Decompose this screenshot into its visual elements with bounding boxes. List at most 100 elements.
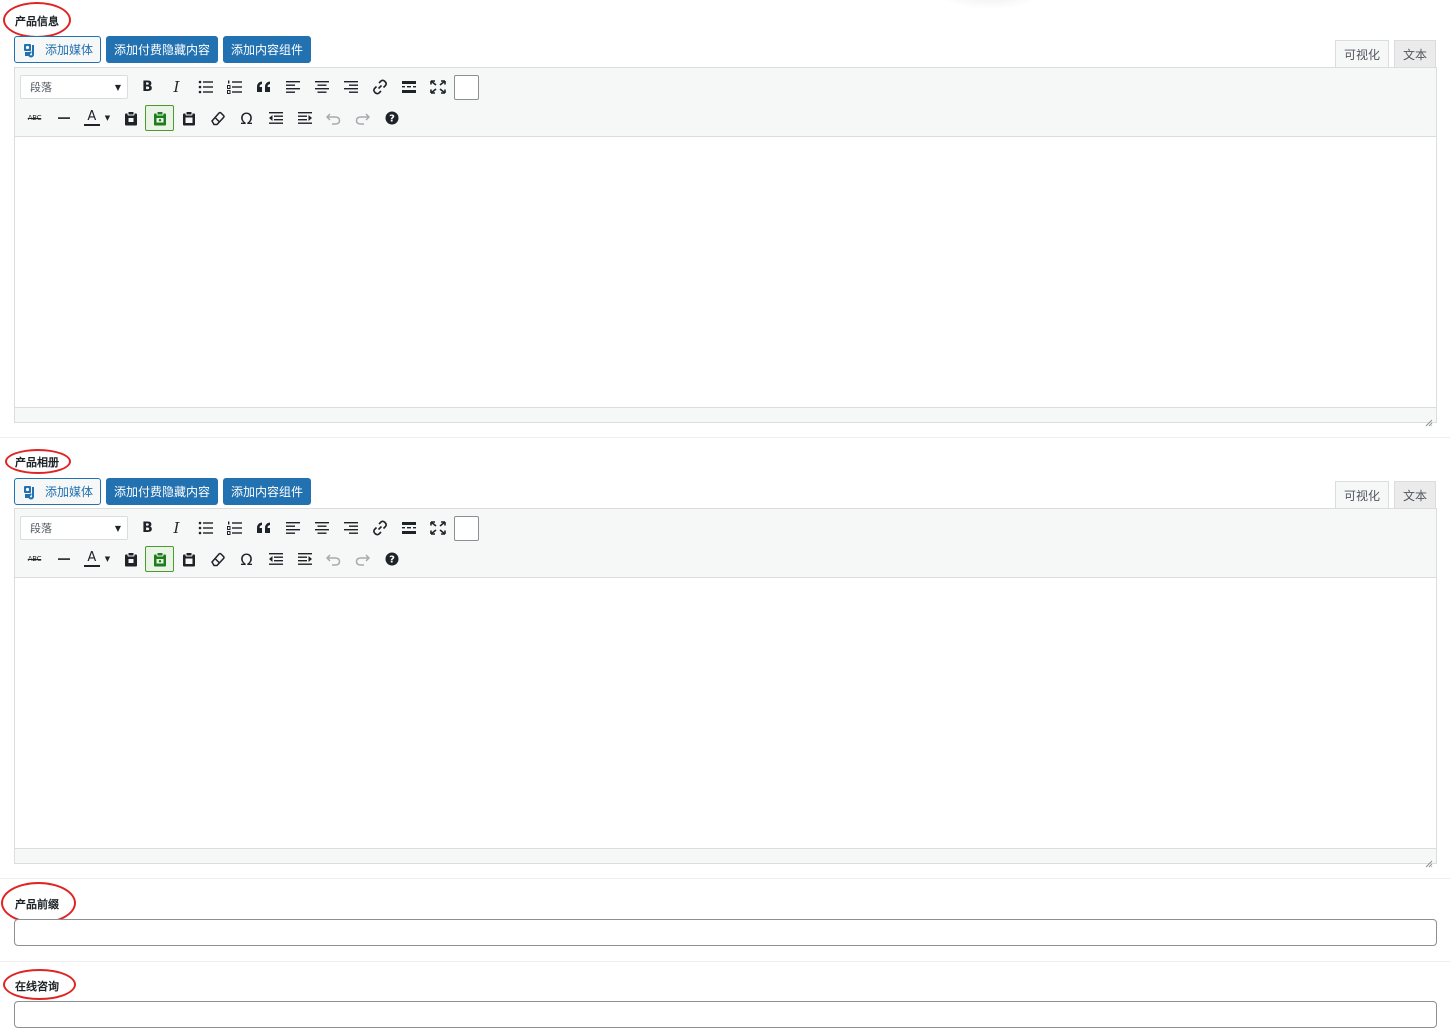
align-left-icon[interactable]: [278, 74, 307, 100]
bold-icon[interactable]: B: [133, 74, 162, 100]
resize-handle-icon[interactable]: [1425, 412, 1433, 427]
horizontal-line-icon[interactable]: [49, 546, 78, 572]
paste-icon[interactable]: [116, 546, 145, 572]
italic-icon[interactable]: I: [162, 515, 191, 541]
help-icon[interactable]: ?: [377, 546, 406, 572]
chevron-down-icon: ▼: [104, 555, 111, 563]
format-select[interactable]: 段落 ▼: [20, 516, 128, 540]
horizontal-line-icon[interactable]: [49, 105, 78, 131]
format-select-value: 段落: [30, 81, 52, 94]
link-icon[interactable]: [365, 515, 394, 541]
toolbar-row-1: 段落 ▼ B I: [20, 72, 1431, 102]
chevron-down-icon: ▼: [114, 523, 121, 533]
add-content-widget-button[interactable]: 添加内容组件: [223, 36, 312, 63]
resize-handle-icon[interactable]: [1425, 853, 1433, 868]
chevron-down-icon: ▼: [104, 114, 111, 122]
fullscreen-icon[interactable]: [423, 74, 452, 100]
annotation-circle: [3, 969, 76, 1000]
fullscreen-icon[interactable]: [423, 515, 452, 541]
media-buttons: 添加媒体 添加付费隐藏内容 添加内容组件: [14, 36, 312, 63]
annotation-circle: [1, 882, 76, 924]
help-icon[interactable]: ?: [377, 105, 406, 131]
align-center-icon[interactable]: [307, 515, 336, 541]
undo-icon[interactable]: [319, 546, 348, 572]
chevron-down-icon: ▼: [114, 82, 121, 92]
strikethrough-icon[interactable]: ABC: [20, 546, 49, 572]
add-paid-hidden-content-button[interactable]: 添加付费隐藏内容: [106, 36, 219, 63]
special-char-icon[interactable]: Ω: [232, 546, 261, 572]
editor-toolbar: 段落 ▼ B I ABC A ▼ Ω ?: [15, 68, 1436, 137]
clear-format-icon[interactable]: [203, 105, 232, 131]
tab-visual[interactable]: 可视化: [1334, 481, 1389, 509]
paste-text-icon[interactable]: [174, 546, 203, 572]
paste-widget-icon[interactable]: [145, 105, 174, 131]
svg-text:?: ?: [389, 114, 395, 125]
add-media-button[interactable]: 添加媒体: [14, 478, 102, 505]
annotation-circle: [5, 449, 71, 474]
strikethrough-icon[interactable]: ABC: [20, 105, 49, 131]
editor-content-area[interactable]: [15, 578, 1436, 848]
editor-status-bar: [15, 407, 1436, 427]
editor-content-area[interactable]: [15, 137, 1436, 407]
toolbar-row-1: 段落 ▼ B I: [20, 513, 1431, 543]
section-divider: [0, 878, 1450, 879]
annotation-circle: [3, 2, 71, 38]
bold-icon[interactable]: B: [133, 515, 162, 541]
add-media-label: 添加媒体: [45, 485, 94, 499]
online-consult-input[interactable]: [14, 1001, 1437, 1028]
rich-text-editor: 段落 ▼ B I ABC A ▼ Ω ?: [14, 67, 1437, 427]
tab-text[interactable]: 文本: [1393, 481, 1436, 508]
text-color-icon[interactable]: A ▼: [78, 546, 116, 572]
media-buttons: 添加媒体 添加付费隐藏内容 添加内容组件: [14, 478, 312, 505]
tab-visual[interactable]: 可视化: [1334, 40, 1389, 68]
format-select[interactable]: 段落 ▼: [20, 75, 128, 99]
paste-icon[interactable]: [116, 105, 145, 131]
blockquote-icon[interactable]: [249, 74, 278, 100]
clear-format-icon[interactable]: [203, 546, 232, 572]
section-divider: [0, 437, 1450, 438]
align-left-icon[interactable]: [278, 515, 307, 541]
toolbar-toggle-icon[interactable]: [454, 515, 479, 541]
redo-icon[interactable]: [348, 105, 377, 131]
blockquote-icon[interactable]: [249, 515, 278, 541]
align-right-icon[interactable]: [336, 515, 365, 541]
add-paid-hidden-content-button[interactable]: 添加付费隐藏内容: [106, 478, 219, 505]
add-media-label: 添加媒体: [45, 43, 94, 57]
italic-icon[interactable]: I: [162, 74, 191, 100]
media-icon: [23, 42, 39, 58]
link-icon[interactable]: [365, 74, 394, 100]
toolbar-toggle-icon[interactable]: [454, 74, 479, 100]
toolbar-row-2: ABC A ▼ Ω ?: [20, 544, 1431, 574]
tab-text[interactable]: 文本: [1393, 40, 1436, 67]
read-more-icon[interactable]: [394, 515, 423, 541]
paste-text-icon[interactable]: [174, 105, 203, 131]
special-char-icon[interactable]: Ω: [232, 105, 261, 131]
media-icon: [23, 484, 39, 500]
product-prefix-input[interactable]: [14, 919, 1437, 946]
bullet-list-icon[interactable]: [191, 515, 220, 541]
numbered-list-icon[interactable]: [220, 74, 249, 100]
editor-tabs: 可视化 文本: [1334, 40, 1436, 68]
numbered-list-icon[interactable]: [220, 515, 249, 541]
redo-icon[interactable]: [348, 546, 377, 572]
editor-status-bar: [15, 848, 1436, 868]
background-shadow: [930, 0, 1050, 10]
bullet-list-icon[interactable]: [191, 74, 220, 100]
read-more-icon[interactable]: [394, 74, 423, 100]
svg-text:?: ?: [389, 555, 395, 566]
undo-icon[interactable]: [319, 105, 348, 131]
section-divider: [0, 961, 1450, 962]
paste-widget-icon[interactable]: [145, 546, 174, 572]
editor-tabs: 可视化 文本: [1334, 481, 1436, 509]
indent-icon[interactable]: [290, 105, 319, 131]
add-content-widget-button[interactable]: 添加内容组件: [223, 478, 312, 505]
indent-icon[interactable]: [290, 546, 319, 572]
text-color-letter: A: [87, 550, 97, 565]
outdent-icon[interactable]: [261, 105, 290, 131]
outdent-icon[interactable]: [261, 546, 290, 572]
align-center-icon[interactable]: [307, 74, 336, 100]
add-media-button[interactable]: 添加媒体: [14, 36, 102, 63]
align-right-icon[interactable]: [336, 74, 365, 100]
rich-text-editor: 段落 ▼ B I ABC A ▼ Ω ?: [14, 508, 1437, 868]
text-color-icon[interactable]: A ▼: [78, 105, 116, 131]
